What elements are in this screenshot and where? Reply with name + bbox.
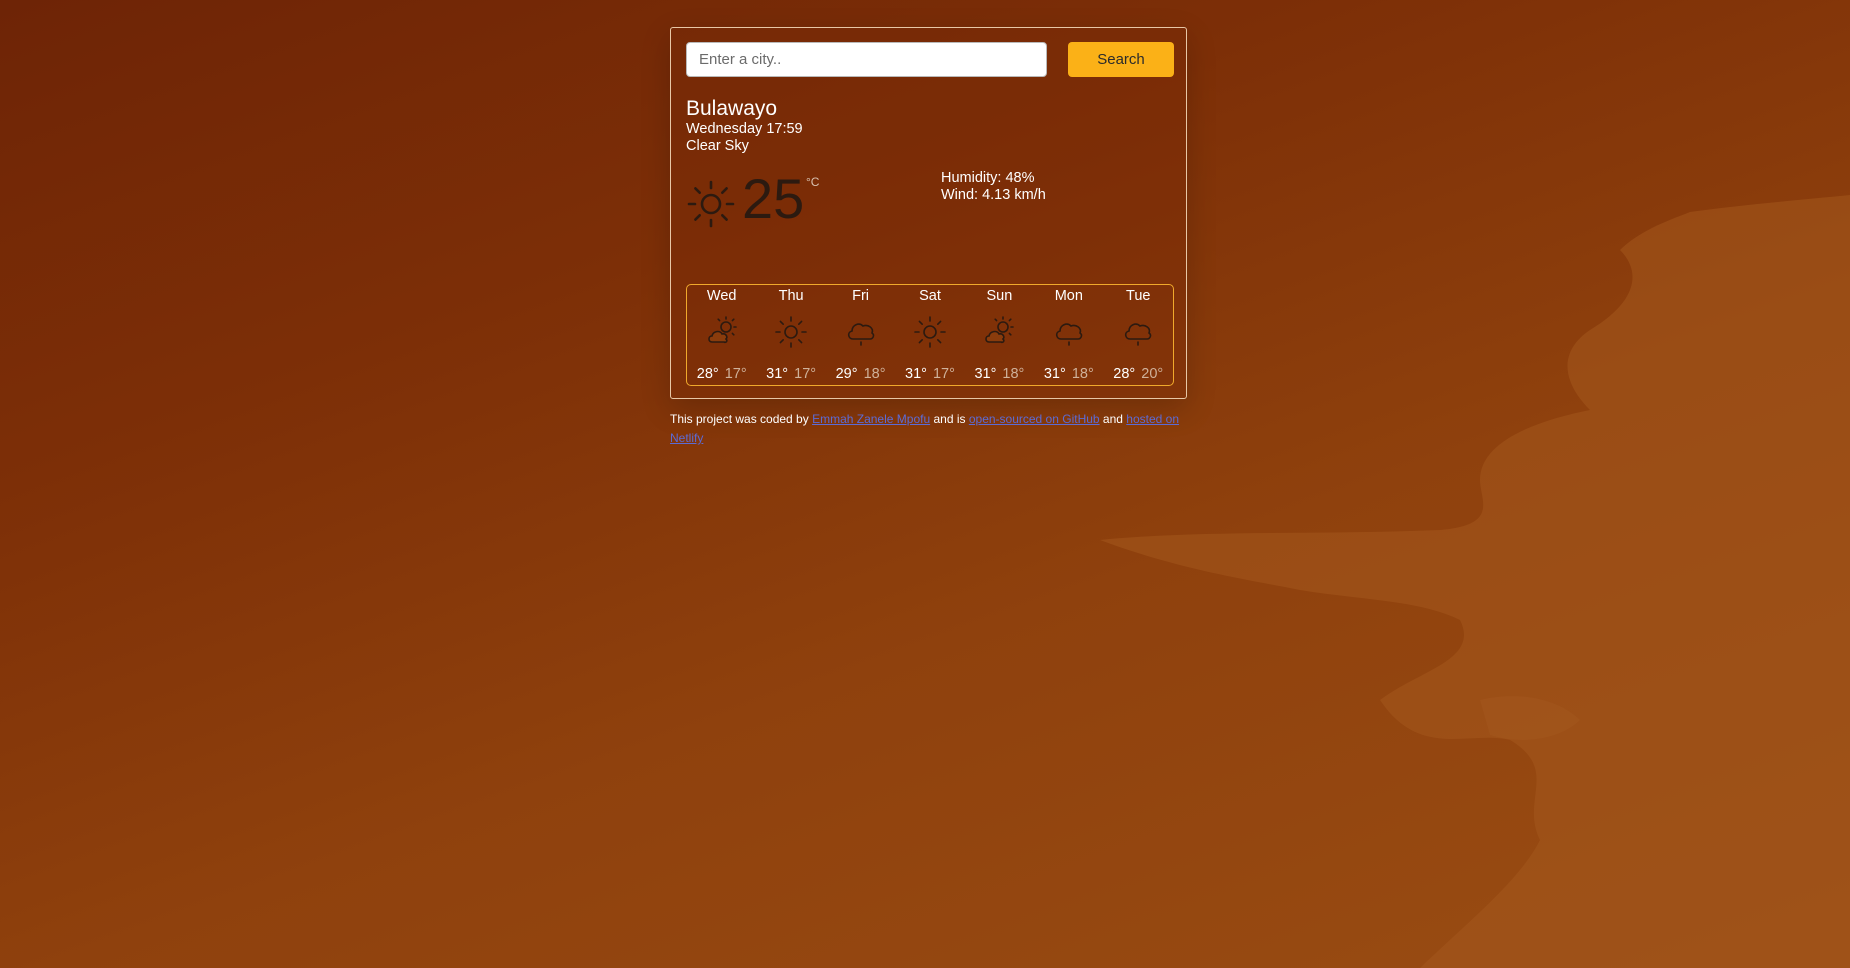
cloud-rain-icon	[1125, 323, 1152, 346]
forecast-max-temp: 29°	[835, 366, 858, 382]
forecast-min-temp: 18°	[863, 366, 886, 382]
forecast-day: Sat 31° 17°	[895, 285, 964, 385]
city-name: Bulawayo	[686, 97, 778, 120]
forecast-day-name: Tue	[1126, 288, 1151, 304]
sun-icon	[687, 180, 735, 228]
author-link[interactable]: Emmah Zanele Mpofu	[812, 412, 930, 426]
forecast-temps: 28° 17°	[687, 366, 756, 382]
forecast-max-temp: 31°	[905, 366, 927, 382]
current-temperature: 25	[742, 167, 805, 230]
forecast-temps: 31° 18°	[965, 366, 1034, 382]
search-input[interactable]	[686, 42, 1047, 77]
forecast-day: Fri 29° 18°	[826, 285, 895, 385]
forecast-max-temp: 28°	[1113, 366, 1136, 382]
current-datetime: Wednesday 17:59	[686, 121, 803, 137]
footer-text: and	[1099, 412, 1127, 426]
forecast-day-name: Fri	[852, 288, 870, 304]
footer-text: This project was coded by	[670, 412, 813, 426]
forecast-day-name: Sun	[986, 288, 1013, 304]
search-button[interactable]: Search	[1068, 42, 1174, 77]
forecast-day: Mon 31° 18°	[1034, 285, 1103, 385]
forecast-day-name: Thu	[778, 288, 804, 304]
forecast-min-temp: 17°	[932, 366, 955, 382]
forecast-temps: 31° 18°	[1034, 366, 1103, 382]
humidity: Humidity: 48%	[941, 170, 1035, 186]
weather-card: Search Bulawayo Wednesday 17:59 Clear Sk…	[670, 27, 1187, 399]
sun-icon	[914, 316, 946, 348]
cloud-rain-icon	[847, 323, 874, 346]
footer-text: and is	[930, 412, 969, 426]
forecast-day: Sun 31° 18°	[965, 285, 1034, 385]
forecast-max-temp: 31°	[766, 366, 789, 382]
cloud-rain-icon	[1055, 323, 1083, 346]
forecast-day-name: Sat	[919, 288, 941, 304]
forecast-day-name: Mon	[1054, 288, 1083, 304]
forecast-min-temp: 18°	[1002, 366, 1025, 382]
forecast-min-temp: 17°	[724, 366, 747, 382]
forecast-day: Tue 28° 20°	[1104, 285, 1173, 385]
footer: This project was coded by Emmah Zanele M…	[670, 410, 1190, 448]
forecast-day: Wed 28° 17°	[687, 285, 756, 385]
temperature-unit: °C	[806, 175, 820, 189]
forecast-day-name: Wed	[706, 288, 737, 304]
forecast-temps: 29° 18°	[826, 366, 895, 382]
forecast-max-temp: 28°	[696, 366, 719, 382]
wind-speed: Wind: 4.13 km/h	[941, 187, 1046, 203]
forecast-day: Thu 31° 17°	[756, 285, 825, 385]
forecast-min-temp: 17°	[794, 366, 817, 382]
sun-icon	[775, 316, 807, 348]
forecast-max-temp: 31°	[1043, 366, 1066, 382]
github-link[interactable]: open-sourced on GitHub	[969, 412, 1100, 426]
forecast-temps: 31° 17°	[756, 366, 825, 382]
forecast-min-temp: 20°	[1141, 366, 1164, 382]
forecast-max-temp: 31°	[974, 366, 997, 382]
partly-cloudy-icon	[707, 316, 737, 344]
partly-cloudy-icon	[985, 316, 1015, 344]
forecast-min-temp: 18°	[1071, 366, 1094, 382]
forecast-panel: Wed 28° 17° Thu 31° 17° Fri 29° 18° Sat …	[686, 284, 1174, 386]
forecast-temps: 31° 17°	[895, 366, 964, 382]
forecast-temps: 28° 20°	[1104, 366, 1173, 382]
weather-description: Clear Sky	[686, 138, 749, 154]
